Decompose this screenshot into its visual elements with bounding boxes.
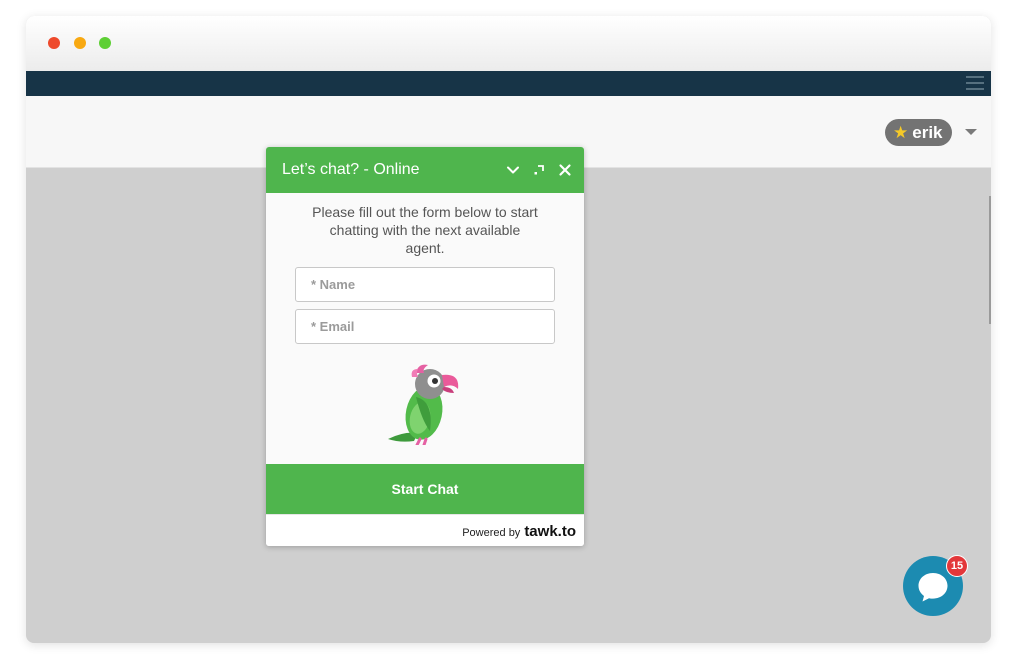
chat-widget-footer: Powered by tawk.to [266, 514, 584, 546]
chevron-down-icon[interactable] [965, 129, 977, 135]
minimize-window-button[interactable] [74, 37, 86, 49]
hamburger-menu-icon[interactable] [966, 76, 984, 91]
minimize-icon[interactable] [504, 161, 522, 179]
unread-count-badge: 15 [946, 555, 968, 577]
parrot-mascot-image [388, 364, 459, 445]
close-window-button[interactable] [48, 37, 60, 49]
powered-by[interactable]: Powered by tawk.to [462, 523, 576, 540]
powered-by-label: Powered by [462, 527, 521, 539]
start-chat-button[interactable]: Start Chat [266, 464, 584, 514]
name-field[interactable] [295, 267, 555, 302]
chat-widget: Let’s chat? - Online Please fill out the… [266, 147, 584, 546]
email-field[interactable] [295, 309, 555, 344]
user-name: erik [912, 122, 943, 142]
close-icon[interactable] [556, 161, 574, 179]
maximize-window-button[interactable] [99, 37, 111, 49]
brand-logo: tawk.to [524, 523, 576, 540]
window-titlebar [26, 16, 991, 71]
chat-widget-title: Let’s chat? - Online [282, 161, 420, 178]
popout-icon[interactable] [530, 161, 548, 179]
scrollbar[interactable] [989, 196, 991, 324]
prechat-message: Please fill out the form below to start … [312, 204, 538, 256]
star-icon: ★ [893, 123, 909, 142]
top-navbar [26, 71, 991, 96]
chat-widget-header: Let’s chat? - Online [266, 147, 584, 193]
user-menu-button[interactable]: ★ erik [885, 119, 952, 146]
chat-bubble-icon [918, 573, 948, 602]
